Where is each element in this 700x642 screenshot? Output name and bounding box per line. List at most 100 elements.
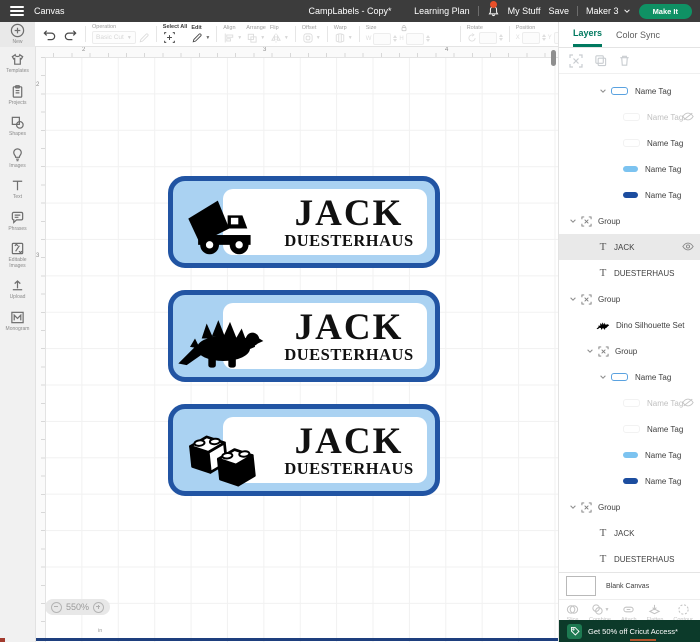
layer-row-dino-silhouette-set[interactable]: Dino Silhouette Set [559, 312, 700, 338]
duplicate-icon[interactable] [594, 54, 607, 67]
layer-row-name-tag[interactable]: Name Tag [559, 416, 700, 442]
vertical-scrollbar-thumb[interactable] [551, 50, 556, 66]
chevron-down-icon[interactable] [586, 347, 594, 355]
sidebar-item-phrases[interactable]: Phrases [0, 205, 35, 237]
zoom-in-icon[interactable] [93, 602, 104, 613]
layer-label: Name Tag [635, 373, 671, 382]
chevron-down-icon[interactable] [599, 373, 607, 381]
sidebar-item-editable-images[interactable]: EditableImages [0, 236, 35, 273]
sidebar-item-upload[interactable]: Upload [0, 273, 35, 305]
chevron-down-icon[interactable] [569, 295, 577, 303]
layer-row-name-tag[interactable]: Name Tag [559, 156, 700, 182]
redo-icon[interactable] [60, 27, 81, 42]
sidebar-item-images[interactable]: Images [0, 142, 35, 174]
ruler-number: 3 [263, 47, 266, 53]
name-tag-lego-bricks[interactable]: JACKDUESTERHAUS [168, 404, 440, 496]
height-stepper-icon[interactable] [426, 35, 430, 42]
layer-label: JACK [614, 243, 634, 252]
layer-row-group[interactable]: Group [559, 286, 700, 312]
layer-row-name-tag[interactable]: Name Tag [559, 104, 700, 130]
rotate-icon[interactable] [467, 33, 477, 43]
edit-pencil-icon[interactable] [191, 32, 203, 44]
layer-row-duesterhaus[interactable]: TDUESTERHAUS [559, 260, 700, 286]
zoom-out-icon[interactable] [51, 602, 62, 613]
design-canvas[interactable]: 234 23 JACKDUESTERHAUSJACKDUESTERHAUSJAC… [35, 47, 558, 642]
sidebar-item-projects[interactable]: Projects [0, 79, 35, 111]
sidebar-item-text[interactable]: Text [0, 173, 35, 205]
hamburger-menu-icon[interactable] [10, 6, 24, 16]
name-tag-dump-truck[interactable]: JACKDUESTERHAUS [168, 176, 440, 268]
notifications-bell-icon[interactable] [487, 4, 500, 18]
delete-icon[interactable] [618, 54, 631, 67]
color-swatch-lightblue [623, 166, 638, 172]
width-input[interactable] [373, 33, 391, 45]
layer-label: Group [615, 347, 637, 356]
header-divider [478, 6, 479, 16]
text-layer-icon: T [598, 267, 608, 279]
layer-row-name-tag[interactable]: Name Tag [559, 78, 700, 104]
layer-row-group[interactable]: Group [559, 338, 700, 364]
position-x-stepper-icon[interactable] [542, 34, 546, 41]
layer-row-name-tag[interactable]: Name Tag [559, 130, 700, 156]
sidebar-item-monogram[interactable]: Monogram [0, 305, 35, 337]
my-stuff-link[interactable]: My Stuff [508, 6, 541, 16]
rotate-input[interactable] [479, 32, 497, 44]
operation-dropdown[interactable]: Basic Cut▼ [92, 31, 136, 44]
tab-color-sync[interactable]: Color Sync [616, 22, 660, 47]
learning-plan-link[interactable]: Learning Plan [414, 6, 470, 16]
name-tag-stegosaurus[interactable]: JACKDUESTERHAUS [168, 290, 440, 382]
layer-row-name-tag[interactable]: Name Tag [559, 442, 700, 468]
sidebar-item-shapes[interactable]: Shapes [0, 110, 35, 142]
group-icon [581, 502, 592, 513]
layer-label: Name Tag [645, 165, 681, 174]
save-link[interactable]: Save [549, 6, 570, 16]
offset-icon[interactable] [302, 32, 314, 44]
sidebar-item-new[interactable]: New [0, 22, 35, 47]
sidebar-item-label: Text [13, 195, 22, 201]
position-x-input[interactable] [522, 32, 540, 44]
eye-off-icon[interactable] [682, 398, 694, 407]
upload-icon [10, 278, 25, 293]
canvas-menu-label[interactable]: Canvas [34, 6, 65, 16]
pen-type-icon[interactable] [138, 32, 150, 44]
layer-row-name-tag[interactable]: Name Tag [559, 182, 700, 208]
chevron-down-icon[interactable] [569, 217, 577, 225]
ungroup-icon[interactable] [569, 54, 583, 68]
width-stepper-icon[interactable] [393, 35, 397, 42]
align-group: Align ▼ [221, 25, 244, 44]
layer-row-name-tag[interactable]: Name Tag [559, 468, 700, 494]
sidebar-item-templates[interactable]: Templates [0, 47, 35, 79]
height-input[interactable] [406, 33, 424, 45]
rotate-stepper-icon[interactable] [499, 34, 503, 41]
window-edge-artifact [630, 639, 656, 641]
lock-aspect-icon[interactable] [400, 24, 408, 32]
layer-row-group[interactable]: Group [559, 208, 700, 234]
vertical-ruler: 23 [35, 57, 46, 642]
undo-icon[interactable] [39, 27, 60, 42]
machine-selector[interactable]: Maker 3 [586, 6, 631, 16]
layer-row-name-tag[interactable]: Name Tag [559, 364, 700, 390]
flip-icon[interactable] [270, 32, 282, 44]
tag-text: JACKDUESTERHAUS [265, 181, 433, 263]
layer-row-name-tag[interactable]: Name Tag [559, 390, 700, 416]
select-all-icon[interactable] [163, 31, 176, 44]
make-it-button[interactable]: Make It [639, 4, 692, 19]
chevron-down-icon[interactable] [599, 87, 607, 95]
eye-off-icon[interactable] [682, 112, 694, 121]
lego-bricks-icon [185, 415, 263, 491]
align-icon[interactable] [223, 32, 235, 44]
warp-icon[interactable] [334, 32, 346, 44]
arrange-group: Arrange ▼ [244, 25, 268, 44]
sidebar-item-label: Monogram [6, 327, 30, 333]
layer-row-jack[interactable]: TJACK [559, 234, 700, 260]
arrange-icon[interactable] [246, 32, 258, 44]
sidebar-item-label: New [12, 40, 22, 46]
layer-row-jack[interactable]: TJACK [559, 520, 700, 546]
tab-layers[interactable]: Layers [573, 22, 602, 47]
top-header: Canvas CampLabels - Copy* Learning Plan … [0, 0, 700, 22]
eye-icon[interactable] [682, 242, 694, 251]
blank-canvas-row[interactable]: Blank Canvas [559, 572, 700, 599]
chevron-down-icon[interactable] [569, 503, 577, 511]
layer-row-group[interactable]: Group [559, 494, 700, 520]
layer-row-duesterhaus[interactable]: TDUESTERHAUS [559, 546, 700, 572]
